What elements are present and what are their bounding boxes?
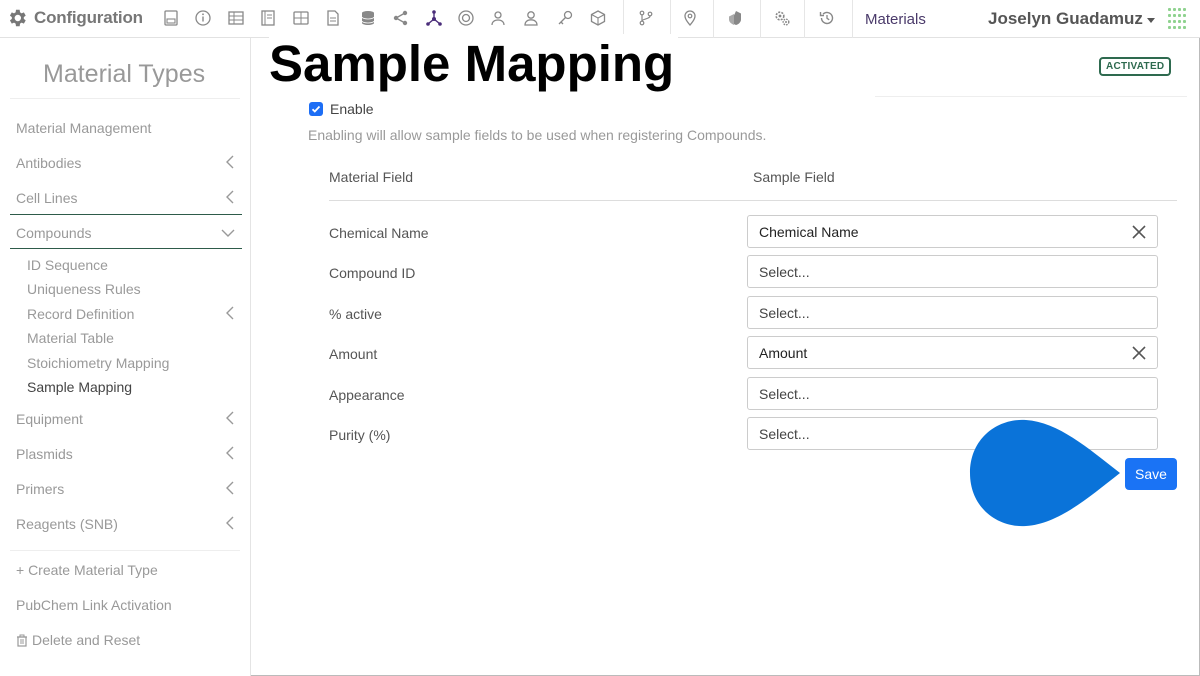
enable-checkbox[interactable] bbox=[309, 102, 323, 116]
field-label: Chemical Name bbox=[329, 225, 429, 241]
app-launcher-icon[interactable] bbox=[1168, 8, 1190, 30]
shield-icon[interactable] bbox=[724, 7, 746, 29]
select-placeholder: Select... bbox=[759, 264, 810, 280]
chevron-down-icon[interactable] bbox=[221, 225, 235, 239]
save-button[interactable]: Save bbox=[1125, 458, 1177, 490]
sample-field-select[interactable]: Select... bbox=[747, 255, 1158, 288]
nav-separator bbox=[852, 0, 853, 38]
sidebar-subitem-uniqueness-rules[interactable]: Uniqueness Rules bbox=[27, 281, 141, 297]
git-branch-icon[interactable] bbox=[635, 7, 657, 29]
select-placeholder: Select... bbox=[759, 386, 810, 402]
sidebar: Material Types Material Management Antib… bbox=[0, 38, 251, 676]
database-icon[interactable] bbox=[357, 7, 379, 29]
delete-reset-link[interactable]: Delete and Reset bbox=[16, 632, 140, 648]
sidebar-item-antibodies[interactable]: Antibodies bbox=[16, 155, 81, 171]
help-text: Enabling will allow sample fields to be … bbox=[308, 127, 767, 143]
location-icon[interactable] bbox=[679, 7, 701, 29]
sidebar-title: Material Types bbox=[43, 60, 206, 88]
sidebar-subitem-stoichiometry-mapping[interactable]: Stoichiometry Mapping bbox=[27, 355, 169, 371]
select-value: Amount bbox=[759, 345, 808, 361]
field-label: Purity (%) bbox=[329, 427, 391, 443]
user-menu[interactable]: Joselyn Guadamuz bbox=[988, 9, 1155, 29]
app-title: Configuration bbox=[34, 8, 143, 27]
user-icon[interactable] bbox=[520, 7, 542, 29]
notebook-icon[interactable] bbox=[257, 7, 279, 29]
page-title: Sample Mapping bbox=[269, 34, 679, 93]
materials-link[interactable]: Materials bbox=[865, 11, 926, 28]
select-placeholder: Select... bbox=[759, 426, 810, 442]
chevron-left-icon[interactable] bbox=[225, 306, 235, 320]
nav-separator bbox=[623, 0, 624, 38]
molecule-icon[interactable] bbox=[423, 7, 445, 29]
sidebar-item-plasmids[interactable]: Plasmids bbox=[16, 446, 73, 462]
column-header-material-field: Material Field bbox=[329, 169, 414, 185]
key-icon[interactable] bbox=[554, 7, 576, 29]
chevron-left-icon[interactable] bbox=[225, 516, 235, 530]
sidebar-item-compounds[interactable]: Compounds bbox=[16, 225, 92, 241]
info-icon[interactable] bbox=[192, 7, 214, 29]
status-badge: ACTIVATED bbox=[1099, 57, 1172, 76]
form-icon[interactable] bbox=[160, 7, 182, 29]
sidebar-item-cell-lines[interactable]: Cell Lines bbox=[16, 190, 77, 206]
sidebar-item-primers[interactable]: Primers bbox=[16, 481, 64, 497]
chevron-left-icon[interactable] bbox=[225, 155, 235, 169]
table-icon[interactable] bbox=[225, 7, 247, 29]
create-material-type-link[interactable]: + Create Material Type bbox=[16, 562, 158, 578]
sidebar-subitem-record-definition[interactable]: Record Definition bbox=[27, 306, 134, 322]
field-label: Compound ID bbox=[329, 265, 416, 281]
sidebar-subitem-material-table[interactable]: Material Table bbox=[27, 330, 114, 346]
delete-reset-label: Delete and Reset bbox=[32, 632, 141, 648]
clear-icon[interactable] bbox=[1131, 345, 1147, 361]
chevron-left-icon[interactable] bbox=[225, 481, 235, 495]
select-value: Chemical Name bbox=[759, 224, 859, 240]
nav-separator bbox=[670, 0, 671, 38]
sample-field-select[interactable]: Select... bbox=[747, 377, 1158, 410]
cube-icon[interactable] bbox=[587, 7, 609, 29]
sample-field-select[interactable]: Chemical Name bbox=[747, 215, 1158, 248]
app-brand[interactable]: Configuration bbox=[6, 6, 143, 30]
enable-checkbox-row[interactable]: Enable bbox=[309, 101, 374, 117]
document-icon[interactable] bbox=[322, 7, 344, 29]
select-placeholder: Select... bbox=[759, 305, 810, 321]
pubchem-link-activation-link[interactable]: PubChem Link Activation bbox=[16, 597, 172, 613]
field-label: Appearance bbox=[329, 387, 405, 403]
caret-down-icon bbox=[1146, 18, 1155, 23]
divider bbox=[329, 200, 1177, 201]
chevron-left-icon[interactable] bbox=[225, 446, 235, 460]
sidebar-item-material-management[interactable]: Material Management bbox=[16, 120, 151, 136]
sample-field-select[interactable]: Amount bbox=[747, 336, 1158, 369]
clear-icon[interactable] bbox=[1131, 224, 1147, 240]
check-icon bbox=[311, 105, 321, 113]
settings-icon[interactable] bbox=[771, 7, 793, 29]
pointer-callout-icon bbox=[970, 419, 1120, 527]
chevron-left-icon[interactable] bbox=[225, 190, 235, 204]
column-header-sample-field: Sample Field bbox=[753, 169, 835, 185]
users-icon[interactable] bbox=[488, 7, 510, 29]
history-icon[interactable] bbox=[816, 7, 838, 29]
sample-field-select[interactable]: Select... bbox=[747, 296, 1158, 329]
field-label: % active bbox=[329, 306, 382, 322]
sidebar-item-reagents[interactable]: Reagents (SNB) bbox=[16, 516, 118, 532]
gear-icon bbox=[9, 9, 26, 27]
user-name: Joselyn Guadamuz bbox=[988, 9, 1143, 28]
divider bbox=[875, 96, 1187, 97]
badge-icon[interactable] bbox=[455, 7, 477, 29]
nav-separator bbox=[760, 0, 761, 38]
top-navigation-bar: Configuration Materials Joselyn Guadamuz bbox=[0, 0, 1200, 38]
trash-icon bbox=[17, 634, 27, 647]
grid-icon[interactable] bbox=[290, 7, 312, 29]
sidebar-subitem-id-sequence[interactable]: ID Sequence bbox=[27, 257, 108, 273]
enable-label: Enable bbox=[330, 101, 374, 117]
sidebar-item-equipment[interactable]: Equipment bbox=[16, 411, 83, 427]
share-icon[interactable] bbox=[390, 7, 412, 29]
sidebar-subitem-sample-mapping[interactable]: Sample Mapping bbox=[27, 379, 132, 395]
nav-separator bbox=[804, 0, 805, 38]
chevron-left-icon[interactable] bbox=[225, 411, 235, 425]
nav-separator bbox=[713, 0, 714, 38]
divider bbox=[10, 550, 240, 551]
divider bbox=[10, 98, 240, 99]
field-label: Amount bbox=[329, 346, 378, 362]
